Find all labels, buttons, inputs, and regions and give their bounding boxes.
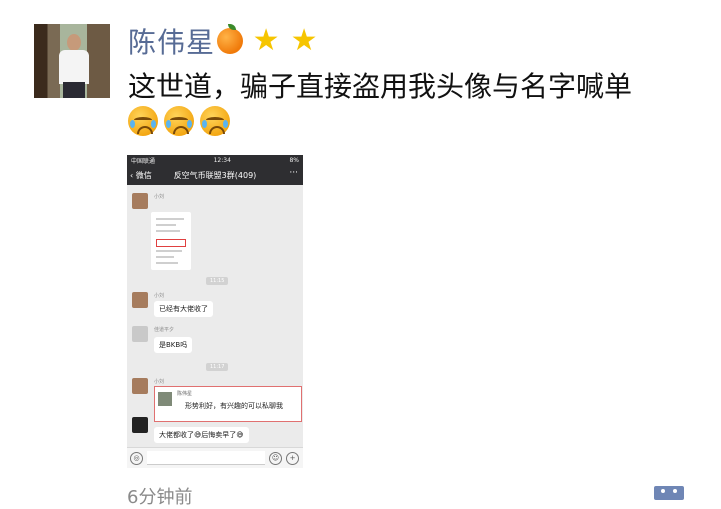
member-avatar — [132, 417, 148, 433]
plus-icon: + — [286, 452, 299, 465]
star-emoji-icon: ★ — [290, 23, 318, 58]
member-avatar — [132, 292, 148, 308]
quoted-message: 陈伟星 形势利好，有兴趣的可以私聊我 — [154, 386, 302, 422]
dot-icon — [673, 489, 677, 493]
crying-face-icon — [164, 106, 194, 136]
chat-title: 反空气币联盟3群(409) — [173, 171, 257, 180]
voice-icon: ◎ — [130, 452, 143, 465]
message-bubble: 已经有大佬收了 — [154, 301, 213, 317]
orange-emoji-icon — [217, 24, 244, 54]
member-avatar — [132, 193, 148, 209]
time-divider: 11:15 — [206, 277, 229, 285]
user-avatar[interactable] — [34, 24, 110, 98]
quoted-text: 形势利好，有兴趣的可以私聊我 — [185, 402, 283, 410]
battery-label: 8% — [289, 156, 299, 164]
sender-name: 小刘 — [154, 293, 165, 299]
phone-status-bar: 中国联通 12:34 8% — [127, 155, 303, 165]
chat-input-bar: ◎ ☺ + — [127, 447, 303, 468]
emoji-icon: ☺ — [269, 452, 282, 465]
dot-icon — [661, 489, 665, 493]
image-message — [151, 212, 191, 270]
quoted-name: 陈伟星 — [177, 391, 193, 397]
message-bubble: 大佬都收了😅后悔卖早了😅 — [154, 427, 249, 443]
post-text: 这世道，骗子直接盗用我头像与名字喊单 — [128, 70, 633, 103]
sender-name: 小刘 — [154, 194, 165, 200]
clock-label: 12:34 — [213, 156, 231, 164]
author-row: 陈伟星 ★ ★ — [128, 22, 319, 60]
message-bubble: 是BKB吗 — [154, 337, 193, 353]
time-divider: 11:17 — [206, 363, 229, 371]
quoted-avatar — [158, 392, 172, 406]
post-timestamp: 6分钟前 — [127, 487, 193, 508]
star-emoji-icon: ★ — [252, 23, 280, 58]
author-name[interactable]: 陈伟星 — [128, 21, 215, 61]
chat-input — [147, 451, 265, 465]
carrier-label: 中国联通 — [131, 157, 156, 165]
chat-screenshot-image[interactable]: 中国联通 12:34 8% ‹ 微信 反空气币联盟3群(409) ··· 小刘 … — [127, 155, 303, 468]
reaction-emojis — [128, 106, 230, 136]
chat-nav-bar: ‹ 微信 反空气币联盟3群(409) ··· — [127, 165, 303, 185]
member-avatar — [132, 326, 148, 342]
more-icon: ··· — [289, 168, 298, 178]
crying-face-icon — [200, 106, 230, 136]
sender-name: 小刘 — [154, 379, 165, 385]
member-avatar — [132, 378, 148, 394]
sender-name: 佳道平夕 — [154, 327, 175, 333]
crying-face-icon — [128, 106, 158, 136]
